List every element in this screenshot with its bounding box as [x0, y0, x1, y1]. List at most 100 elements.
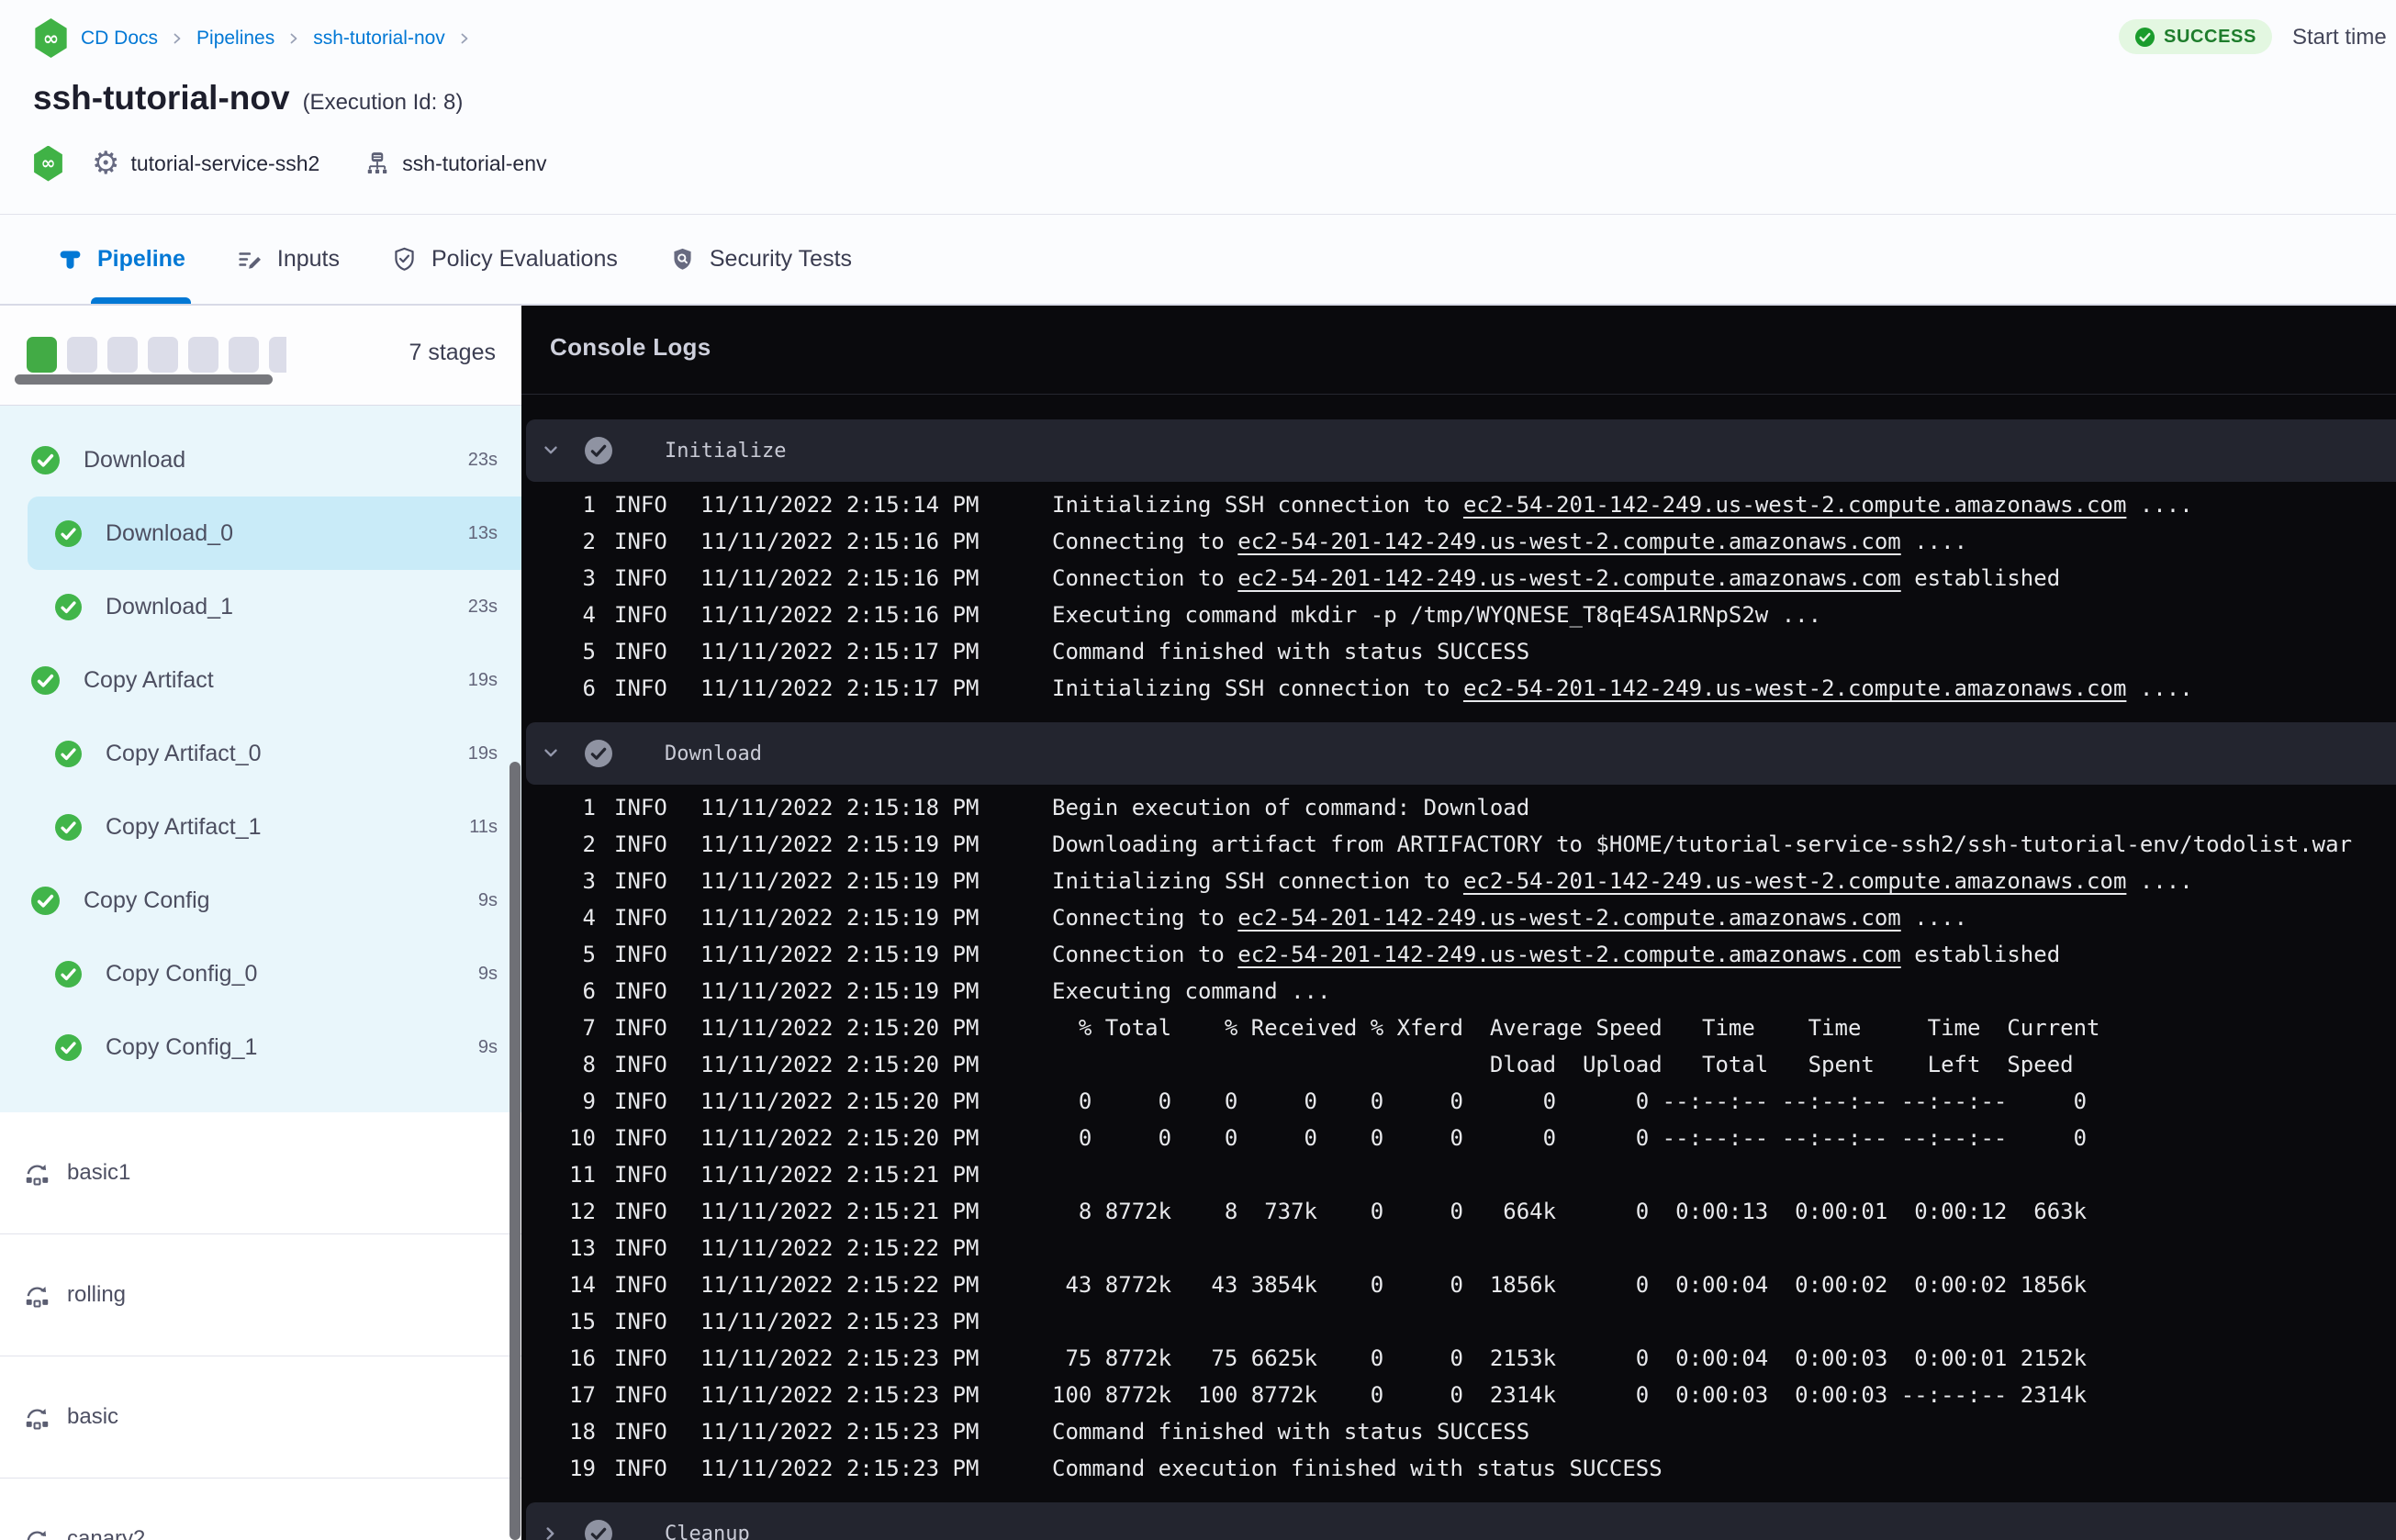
- log-level: INFO: [614, 795, 667, 820]
- tab-inputs[interactable]: Inputs: [237, 215, 340, 304]
- chevron-down-icon[interactable]: [541, 441, 561, 461]
- log-level: INFO: [614, 1162, 667, 1188]
- log-line-number: 17: [569, 1382, 596, 1408]
- log-timestamp: 11/11/2022 2:15:19 PM: [700, 905, 980, 931]
- pipeline-row-canary2[interactable]: canary2: [0, 1479, 521, 1540]
- stage-progress-segment: [269, 337, 286, 373]
- log-line: 4 INFO 11/11/2022 2:15:16 PM Executing comm…: [521, 597, 2396, 633]
- stage-duration: 13s: [467, 522, 498, 543]
- chevron-down-icon[interactable]: [541, 743, 561, 764]
- status-badge: SUCCESS: [2119, 19, 2272, 54]
- log-message: Downloading artifact from ARTIFACTORY to…: [1052, 831, 2353, 857]
- environment-name[interactable]: ssh-tutorial-env: [402, 151, 546, 176]
- execution-sidebar: 7 stages Download 23s Download_0 13s Downloa…: [0, 306, 521, 1540]
- log-timestamp: 11/11/2022 2:15:19 PM: [700, 868, 980, 894]
- log-line: 11 INFO 11/11/2022 2:15:21 PM: [521, 1156, 2396, 1193]
- log-message: 0 0 0 0 0 0 0 0 --:--:-- --:--:-- --:--:…: [1052, 1125, 2088, 1151]
- success-check-icon: [31, 445, 60, 474]
- stage-duration: 19s: [467, 669, 498, 690]
- log-section-header-download[interactable]: Download: [526, 722, 2396, 785]
- harness-cd-logo-icon: ∞: [35, 18, 67, 58]
- log-line-number: 13: [569, 1235, 596, 1261]
- pipeline-row-rolling[interactable]: rolling: [0, 1234, 521, 1356]
- log-message: Connection to ec2-54-201-142-249.us-west…: [1052, 942, 2061, 967]
- console-logs-panel: Console Logs Initialize 1 INFO 11/11/2022 2…: [521, 306, 2396, 1540]
- pipeline-row-basic[interactable]: basic: [0, 1356, 521, 1479]
- stage-progress-scrollbar[interactable]: [15, 374, 273, 385]
- service-name[interactable]: tutorial-service-ssh2: [130, 151, 319, 176]
- log-line: 5 INFO 11/11/2022 2:15:17 PM Command finish…: [521, 633, 2396, 670]
- log-section-header-cleanup[interactable]: Cleanup: [526, 1502, 2396, 1540]
- tab-policy-evaluations[interactable]: Policy Evaluations: [391, 215, 618, 304]
- log-level: INFO: [614, 1309, 667, 1334]
- log-message: 8 8772k 8 737k 0 0 664k 0 0:00:13 0:00:0…: [1052, 1199, 2088, 1224]
- log-timestamp: 11/11/2022 2:15:23 PM: [700, 1382, 980, 1408]
- stage-duration: 23s: [467, 596, 498, 617]
- console-logs-title: Console Logs: [550, 333, 711, 361]
- pipeline-label: rolling: [67, 1282, 127, 1307]
- log-level: INFO: [614, 1125, 667, 1151]
- log-timestamp: 11/11/2022 2:15:18 PM: [700, 795, 980, 820]
- breadcrumb-link-pipelines[interactable]: Pipelines: [196, 28, 274, 50]
- stage-duration: 19s: [467, 742, 498, 764]
- success-check-icon: [55, 740, 82, 767]
- log-level: INFO: [614, 942, 667, 967]
- stage-row-copy-artifact[interactable]: Copy Artifact 19s: [28, 643, 521, 717]
- log-line: 19 INFO 11/11/2022 2:15:23 PM Command execu…: [521, 1450, 2396, 1487]
- breadcrumb-link-cd-docs[interactable]: CD Docs: [81, 28, 158, 50]
- stages-count-label: 7 stages: [409, 340, 496, 365]
- tab-pipeline[interactable]: Pipeline: [57, 215, 191, 304]
- log-section-title: Initialize: [665, 439, 787, 463]
- stage-row-download-0[interactable]: Download_0 13s: [28, 497, 521, 570]
- log-message: Command execution finished with status S…: [1052, 1456, 1663, 1481]
- start-time-column-header[interactable]: Start time: [2292, 25, 2387, 50]
- log-line: 12 INFO 11/11/2022 2:15:21 PM 8 8772k 8 73…: [521, 1193, 2396, 1230]
- stage-label: Copy Artifact: [84, 666, 214, 693]
- stage-progress-segment: [107, 337, 138, 373]
- pipeline-icon: [60, 251, 81, 269]
- log-line: 18 INFO 11/11/2022 2:15:23 PM Command finis…: [521, 1413, 2396, 1450]
- log-line-number: 3: [582, 868, 596, 894]
- stage-row-copy-config-0[interactable]: Copy Config_0 9s: [28, 937, 521, 1010]
- stage-label: Download: [84, 446, 186, 473]
- log-line-number: 1: [582, 795, 596, 820]
- tab-security-tests[interactable]: Security Tests: [669, 215, 852, 304]
- stage-row-copy-artifact-0[interactable]: Copy Artifact_0 19s: [28, 717, 521, 790]
- stage-progress-header: 7 stages: [0, 306, 521, 406]
- log-timestamp: 11/11/2022 2:15:19 PM: [700, 942, 980, 967]
- log-line: 8 INFO 11/11/2022 2:15:20 PM Dload Upload …: [521, 1046, 2396, 1083]
- log-section-title: Download: [665, 742, 762, 765]
- log-timestamp: 11/11/2022 2:15:19 PM: [700, 978, 980, 1004]
- stage-progress-segment: [67, 337, 97, 373]
- log-timestamp: 11/11/2022 2:15:21 PM: [700, 1199, 980, 1224]
- log-line: 2 INFO 11/11/2022 2:15:19 PM Downloading ar…: [521, 826, 2396, 863]
- stage-row-copy-artifact-1[interactable]: Copy Artifact_1 11s: [28, 790, 521, 864]
- pipeline-row-basic1[interactable]: basic1: [0, 1112, 521, 1234]
- log-message: 0 0 0 0 0 0 0 0 --:--:-- --:--:-- --:--:…: [1052, 1088, 2088, 1114]
- execution-header: ∞ CD Docs Pipelines ssh-tutorial-nov SUC…: [0, 0, 2396, 306]
- log-line: 3 INFO 11/11/2022 2:15:19 PM Initializing S…: [521, 863, 2396, 899]
- log-message: Initializing SSH connection to ec2-54-20…: [1052, 868, 2193, 894]
- stage-progress-segments: [27, 337, 286, 373]
- breadcrumb-link-pipeline-name[interactable]: ssh-tutorial-nov: [313, 28, 445, 50]
- log-timestamp: 11/11/2022 2:15:20 PM: [700, 1125, 980, 1151]
- pipeline-label: canary2: [67, 1526, 146, 1540]
- log-line-number: 14: [569, 1272, 596, 1298]
- stage-row-download[interactable]: Download 23s: [28, 423, 521, 497]
- stage-row-download-1[interactable]: Download_1 23s: [28, 570, 521, 643]
- host-link: ec2-54-201-142-249.us-west-2.compute.ama…: [1462, 492, 2127, 518]
- log-section-header-initialize[interactable]: Initialize: [526, 419, 2396, 482]
- stage-row-copy-config[interactable]: Copy Config 9s: [28, 864, 521, 937]
- log-line-number: 11: [569, 1162, 596, 1188]
- rolling-deploy-icon: [26, 1286, 49, 1308]
- tab-label: Policy Evaluations: [431, 246, 618, 272]
- stage-label: Copy Artifact_1: [106, 813, 262, 840]
- chevron-right-icon[interactable]: [541, 1523, 561, 1540]
- sidebar-scrollbar[interactable]: [509, 762, 521, 1540]
- log-timestamp: 11/11/2022 2:15:23 PM: [700, 1309, 980, 1334]
- stage-label: Copy Config: [84, 887, 210, 913]
- stage-label: Copy Config_0: [106, 960, 258, 987]
- log-message: Initializing SSH connection to ec2-54-20…: [1052, 675, 2193, 701]
- stage-row-copy-config-1[interactable]: Copy Config_1 9s: [28, 1010, 521, 1084]
- log-line: 5 INFO 11/11/2022 2:15:19 PM Connection to …: [521, 936, 2396, 973]
